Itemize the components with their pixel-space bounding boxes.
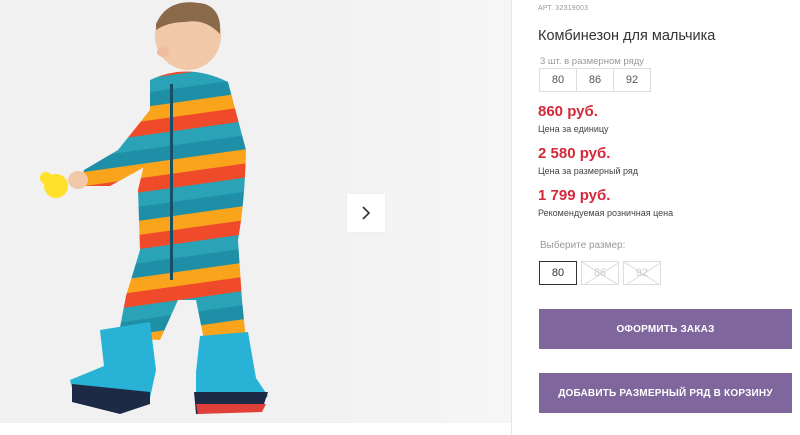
size-option-unavailable: 92 [623, 261, 661, 285]
size-row-note: 3 шт. в размерном ряду [540, 56, 645, 67]
size-row-cell: 86 [576, 68, 614, 92]
column-divider [511, 0, 512, 435]
size-row-cell: 92 [613, 68, 651, 92]
retail-price: 1 799 руб. [538, 187, 611, 204]
chevron-right-icon [362, 206, 371, 220]
boy-in-striped-jumpsuit-image [0, 0, 322, 423]
row-price-label: Цена за размерный ряд [538, 166, 639, 176]
product-sku: АРТ. 32319003 [538, 5, 589, 12]
product-title: Комбинезон для мальчика [538, 28, 716, 44]
size-option-label: 86 [593, 267, 607, 279]
size-picker: 80 86 92 [539, 261, 661, 285]
gallery-next-button[interactable] [347, 194, 385, 232]
size-row-table: 80 86 92 [539, 68, 651, 92]
size-option-selected[interactable]: 80 [539, 261, 577, 285]
add-size-row-to-cart-button[interactable]: ДОБАВИТЬ РАЗМЕРНЫЙ РЯД В КОРЗИНУ [539, 373, 792, 413]
unit-price-label: Цена за единицу [538, 124, 609, 134]
row-price: 2 580 руб. [538, 145, 611, 162]
size-row-cell: 80 [539, 68, 577, 92]
retail-price-label: Рекомендуемая розничная цена [538, 208, 674, 218]
size-picker-label: Выберите размер: [540, 240, 626, 251]
product-photo[interactable] [0, 0, 322, 423]
unit-price: 860 руб. [538, 103, 598, 120]
size-option-label: 92 [635, 267, 649, 279]
order-button[interactable]: ОФОРМИТЬ ЗАКАЗ [539, 309, 792, 349]
size-option-unavailable: 86 [581, 261, 619, 285]
product-gallery [0, 0, 511, 435]
